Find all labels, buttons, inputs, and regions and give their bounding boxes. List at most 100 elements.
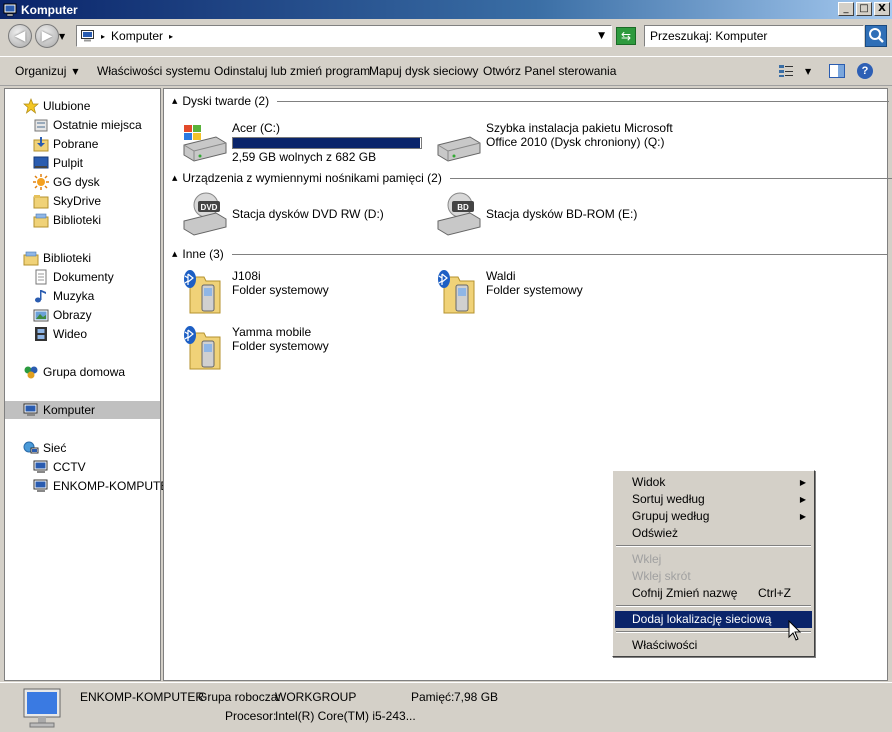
nav-recent-places[interactable]: Ostatnie miejsca [33, 116, 142, 134]
drive-acer-c[interactable]: Acer (C:) 2,59 GB wolnych z 682 GB [180, 119, 422, 167]
menu-item-properties[interactable]: Właściwości [615, 637, 812, 654]
pictures-icon [33, 309, 49, 322]
submenu-arrow-icon: ▶ [799, 495, 806, 504]
help-icon[interactable]: ? [857, 63, 873, 79]
libraries-icon [33, 213, 49, 228]
drive-dvd-name: Stacja dysków DVD RW (D:) [232, 207, 384, 221]
drive-dvd-d[interactable]: DVD Stacja dysków DVD RW (D:) [180, 191, 384, 239]
downloads-folder-icon [33, 137, 49, 152]
chevron-down-icon: ▼ [72, 67, 79, 76]
hard-drive-icon [437, 136, 481, 162]
nav-video[interactable]: Wideo [33, 325, 87, 343]
close-button[interactable]: X [874, 2, 890, 16]
nav-pictures[interactable]: Obrazy [33, 306, 92, 324]
drive-office-line2: Office 2010 (Dysk chroniony) (Q:) [486, 135, 665, 149]
bluetooth-phone-folder-icon [184, 270, 221, 314]
network-icon [23, 441, 39, 454]
menu-separator [616, 631, 811, 633]
menu-item-refresh[interactable]: Odśwież [615, 525, 812, 542]
refresh-icon[interactable]: ⇆ [616, 27, 636, 45]
address-dropdown-icon[interactable]: ▼ [598, 31, 605, 41]
organize-button[interactable]: Organizuj ▼ [15, 64, 79, 78]
nav-libraries-favorite[interactable]: Biblioteki [33, 211, 101, 229]
preview-pane-icon[interactable] [829, 64, 845, 78]
minimize-button[interactable]: _ [838, 2, 854, 16]
nav-gg-drive[interactable]: GG dysk [33, 173, 100, 191]
view-options-icon[interactable] [778, 64, 794, 78]
recent-pages-dropdown[interactable]: ▼ [59, 32, 67, 41]
gg-sun-icon [33, 174, 49, 190]
group-header-hard-drives[interactable]: ▲ Dyski twarde (2) [172, 94, 890, 108]
menu-item-paste[interactable]: Wklej [615, 551, 812, 568]
bluetooth-phone-folder-icon [184, 326, 221, 370]
back-button[interactable]: ◀ [8, 24, 32, 48]
search-input[interactable]: Przeszukaj: Komputer [644, 25, 864, 47]
address-field[interactable]: ▸ Komputer ▸ ▼ [76, 25, 612, 47]
menu-item-sort-by[interactable]: Sortuj według ▶ [615, 491, 812, 508]
nav-cctv[interactable]: CCTV [33, 458, 86, 476]
details-workgroup-label: Grupa robocza: [198, 690, 281, 704]
nav-libraries[interactable]: Biblioteki [23, 249, 91, 267]
folder-waldi-name: Waldi [486, 269, 516, 283]
collapse-triangle-icon[interactable]: ▲ [172, 174, 177, 182]
forward-button[interactable]: ▶ [35, 24, 59, 48]
drive-bd-e[interactable]: BD Stacja dysków BD-ROM (E:) [434, 191, 637, 239]
title-bar: Komputer _ □ X [0, 0, 892, 19]
svg-text:DVD: DVD [201, 203, 218, 212]
menu-item-add-network-location[interactable]: Dodaj lokalizację sieciową [615, 611, 812, 628]
window-title: Komputer [21, 2, 78, 17]
nav-favorites[interactable]: Ulubione [23, 97, 90, 115]
libraries-icon [23, 251, 39, 266]
group-header-other[interactable]: ▲ Inne (3) [172, 247, 888, 261]
folder-yamma-mobile[interactable]: Yamma mobile Folder systemowy [180, 323, 329, 371]
folder-j108i[interactable]: J108i Folder systemowy [180, 267, 329, 315]
homegroup-icon [24, 366, 38, 379]
drive-acer-info: 2,59 GB wolnych z 682 GB [232, 150, 377, 164]
details-cpu-value: Intel(R) Core(TM) i5-243... [275, 709, 416, 723]
star-icon [23, 98, 39, 114]
folder-waldi[interactable]: Waldi Folder systemowy [434, 267, 583, 315]
breadcrumb-separator-icon[interactable]: ▸ [101, 32, 105, 41]
windows-hard-drive-icon [183, 125, 227, 162]
mouse-cursor-icon [788, 620, 802, 641]
menu-item-paste-shortcut[interactable]: Wklej skrót [615, 568, 812, 585]
menu-item-group-by[interactable]: Grupuj według ▶ [615, 508, 812, 525]
uninstall-program-button[interactable]: Odinstaluj lub zmień program [214, 64, 370, 78]
nav-network[interactable]: Sieć [23, 439, 66, 457]
svg-text:BD: BD [457, 203, 469, 212]
nav-downloads[interactable]: Pobrane [33, 135, 98, 153]
nav-music[interactable]: Muzyka [33, 287, 94, 305]
nav-computer[interactable]: Komputer [5, 401, 160, 419]
open-control-panel-button[interactable]: Otwórz Panel sterowania [483, 64, 616, 78]
breadcrumb-arrow-icon[interactable]: ▸ [169, 32, 173, 41]
bd-drive-icon: BD [437, 192, 481, 236]
map-network-drive-button[interactable]: Mapuj dysk sieciowy [369, 64, 478, 78]
system-properties-button[interactable]: Właściwości systemu [97, 64, 210, 78]
nav-homegroup[interactable]: Grupa domowa [23, 363, 125, 381]
nav-documents[interactable]: Dokumenty [33, 268, 114, 286]
collapse-triangle-icon[interactable]: ▲ [172, 97, 177, 105]
drive-free-space [420, 138, 421, 148]
nav-skydrive[interactable]: SkyDrive [33, 192, 101, 210]
search-button[interactable] [865, 25, 887, 47]
maximize-button[interactable]: □ [856, 2, 872, 16]
folder-yamma-type: Folder systemowy [232, 339, 329, 353]
menu-separator [616, 605, 811, 607]
drive-office-q[interactable]: Szybka instalacja pakietu Microsoft Offi… [434, 119, 673, 167]
breadcrumb-computer[interactable]: Komputer [111, 29, 163, 43]
dvd-drive-icon: DVD [183, 192, 227, 236]
menu-item-view[interactable]: Widok ▶ [615, 474, 812, 491]
details-pane: ENKOMP-KOMPUTER Grupa robocza: WORKGROUP… [0, 682, 892, 732]
drive-usage-bar [232, 137, 422, 149]
nav-desktop[interactable]: Pulpit [33, 154, 83, 172]
group-header-removable[interactable]: ▲ Urządzenia z wymiennymi nośnikami pami… [172, 171, 892, 185]
folder-waldi-type: Folder systemowy [486, 283, 583, 297]
nav-enkomp-computer[interactable]: ENKOMP-KOMPUTER [33, 477, 177, 495]
address-bar-area: ◀ ▶ ▼ ▸ Komputer ▸ ▼ ⇆ Przeszukaj: Kompu… [0, 19, 892, 54]
navigation-pane: Ulubione Ostatnie miejsca Pobrane Pulpit… [4, 88, 177, 681]
collapse-triangle-icon[interactable]: ▲ [172, 250, 177, 258]
view-dropdown-icon[interactable]: ▼ [805, 67, 811, 76]
menu-item-undo-rename[interactable]: Cofnij Zmień nazwę Ctrl+Z [615, 585, 812, 602]
details-computer-name: ENKOMP-KOMPUTER [80, 690, 205, 704]
drive-bd-name: Stacja dysków BD-ROM (E:) [486, 207, 638, 221]
